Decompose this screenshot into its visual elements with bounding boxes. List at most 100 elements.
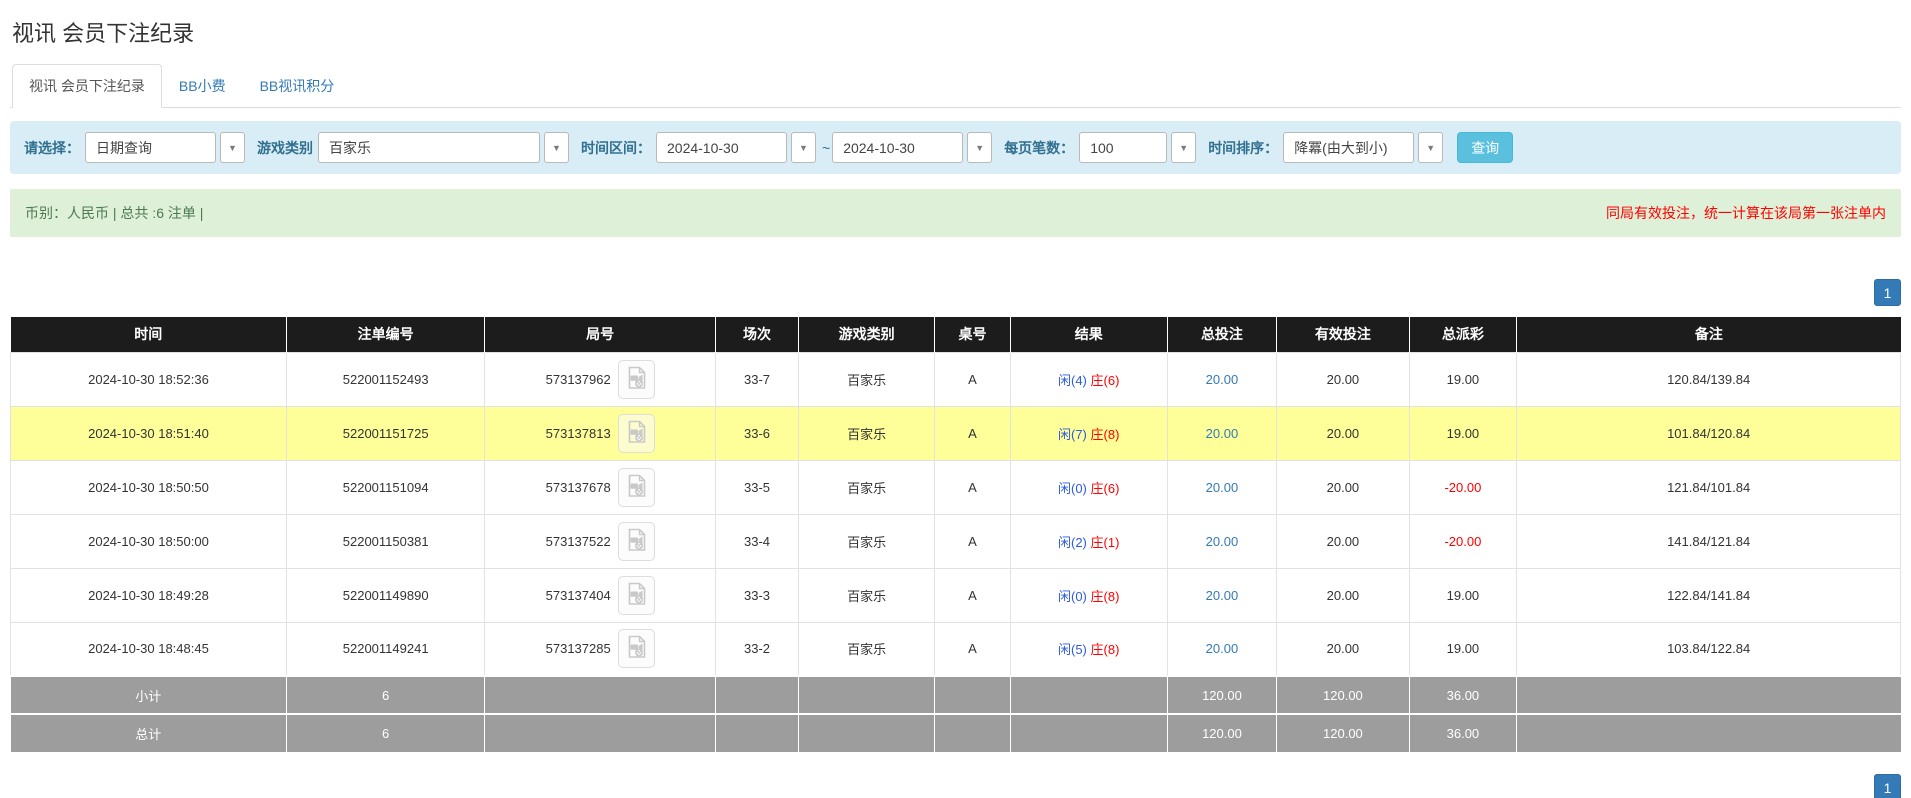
- cell-round: 573137404: [485, 568, 716, 622]
- chevron-down-icon: ▼: [228, 143, 237, 153]
- cell-remark: 141.84/121.84: [1517, 514, 1901, 568]
- date-from-dropdown-button[interactable]: ▼: [791, 132, 816, 163]
- total-bet-link[interactable]: 20.00: [1206, 426, 1239, 441]
- search-button[interactable]: 查询: [1457, 132, 1513, 163]
- per-page-dropdown-button[interactable]: ▼: [1171, 132, 1196, 163]
- col-header-time: 时间: [11, 317, 287, 352]
- summary-count: 6: [286, 676, 484, 714]
- date-from-input[interactable]: [656, 132, 787, 163]
- video-file-icon: [626, 474, 647, 501]
- date-range-tilde: ~: [822, 140, 830, 156]
- query-type-label: 请选择：: [24, 138, 80, 158]
- game-type-label: 游戏类别: [257, 138, 313, 158]
- cell-total-bet: 20.00: [1167, 622, 1277, 676]
- summary-empty: [1517, 714, 1901, 752]
- video-replay-button[interactable]: [618, 360, 655, 399]
- cell-bet-id: 522001149241: [286, 622, 484, 676]
- per-page-input[interactable]: [1079, 132, 1167, 163]
- tab-bb-tips[interactable]: BB小费: [162, 64, 243, 108]
- cell-bet-id: 522001151725: [286, 406, 484, 460]
- video-file-icon: [626, 635, 647, 662]
- col-header-total-bet: 总投注: [1167, 317, 1277, 352]
- cell-time: 2024-10-30 18:49:28: [11, 568, 287, 622]
- video-replay-button[interactable]: [618, 576, 655, 615]
- cell-bet-id: 522001151094: [286, 460, 484, 514]
- per-page-label: 每页笔数：: [1004, 138, 1074, 158]
- chevron-down-icon: ▼: [975, 143, 984, 153]
- cell-time: 2024-10-30 18:52:36: [11, 352, 287, 406]
- video-replay-button[interactable]: [618, 629, 655, 668]
- total-bet-link[interactable]: 20.00: [1206, 534, 1239, 549]
- date-to-input[interactable]: [832, 132, 963, 163]
- cell-total-bet: 20.00: [1167, 406, 1277, 460]
- time-sort-dropdown-button[interactable]: ▼: [1418, 132, 1443, 163]
- pagination-bottom: 1: [10, 774, 1901, 798]
- result-banker: 庄(6): [1091, 373, 1120, 388]
- summary-payout: 36.00: [1409, 676, 1517, 714]
- video-file-icon: [626, 528, 647, 555]
- video-replay-button[interactable]: [618, 414, 655, 453]
- same-round-notice-text: 同局有效投注，统一计算在该局第一张注单内: [1606, 203, 1886, 223]
- tab-video-bet-records[interactable]: 视讯 会员下注纪录: [12, 64, 162, 108]
- cell-valid-bet: 20.00: [1277, 460, 1409, 514]
- total-bet-link[interactable]: 20.00: [1206, 641, 1239, 656]
- cell-session: 33-5: [715, 460, 798, 514]
- game-type-input[interactable]: [318, 132, 540, 163]
- cell-remark: 121.84/101.84: [1517, 460, 1901, 514]
- date-range-label: 时间区间：: [581, 138, 651, 158]
- status-bar: 币别：人民币 | 总共 :6 注单 | 同局有效投注，统一计算在该局第一张注单内: [10, 189, 1901, 237]
- date-to-dropdown-button[interactable]: ▼: [967, 132, 992, 163]
- cell-round: 573137962: [485, 352, 716, 406]
- summary-empty: [485, 676, 716, 714]
- cell-game-type: 百家乐: [799, 406, 935, 460]
- table-row: 2024-10-30 18:49:28 522001149890 5731374…: [11, 568, 1901, 622]
- summary-empty: [1010, 676, 1167, 714]
- cell-payout: 19.00: [1409, 406, 1517, 460]
- round-number: 573137813: [546, 426, 611, 441]
- cell-remark: 101.84/120.84: [1517, 406, 1901, 460]
- table-header: 时间 注单编号 局号 场次 游戏类别 桌号 结果 总投注 有效投注 总派彩 备注: [11, 317, 1901, 352]
- page-title: 视讯 会员下注纪录: [12, 16, 1899, 48]
- result-player: 闲(0): [1058, 481, 1087, 496]
- tab-bar: 视讯 会员下注纪录 BB小费 BB视讯积分: [10, 64, 1901, 108]
- cell-table-no: A: [935, 568, 1011, 622]
- table-row: 2024-10-30 18:50:50 522001151094 5731376…: [11, 460, 1901, 514]
- cell-session: 33-7: [715, 352, 798, 406]
- bet-records-table: 时间 注单编号 局号 场次 游戏类别 桌号 结果 总投注 有效投注 总派彩 备注…: [10, 317, 1901, 752]
- result-banker: 庄(8): [1091, 642, 1120, 657]
- result-banker: 庄(8): [1091, 589, 1120, 604]
- summary-payout: 36.00: [1409, 714, 1517, 752]
- summary-total-bet: 120.00: [1167, 676, 1277, 714]
- game-type-combo: ▼: [318, 132, 569, 163]
- page-1-button[interactable]: 1: [1874, 774, 1901, 798]
- chevron-down-icon: ▼: [1426, 143, 1435, 153]
- table-row: 2024-10-30 18:51:40 522001151725 5731378…: [11, 406, 1901, 460]
- cell-table-no: A: [935, 460, 1011, 514]
- video-replay-button[interactable]: [618, 468, 655, 507]
- game-type-dropdown-button[interactable]: ▼: [544, 132, 569, 163]
- cell-session: 33-6: [715, 406, 798, 460]
- cell-table-no: A: [935, 622, 1011, 676]
- summary-empty: [799, 676, 935, 714]
- time-sort-input[interactable]: [1283, 132, 1414, 163]
- query-type-dropdown-button[interactable]: ▼: [220, 132, 245, 163]
- cell-payout: -20.00: [1409, 460, 1517, 514]
- cell-remark: 122.84/141.84: [1517, 568, 1901, 622]
- result-player: 闲(0): [1058, 589, 1087, 604]
- total-bet-link[interactable]: 20.00: [1206, 588, 1239, 603]
- summary-empty: [799, 714, 935, 752]
- table-summary: 小计 6 120.00 120.00 36.00 总计 6 120.00 120…: [11, 676, 1901, 752]
- cell-result: 闲(5) 庄(8): [1010, 622, 1167, 676]
- date-from-combo: ▼: [656, 132, 816, 163]
- page-1-button[interactable]: 1: [1874, 279, 1901, 306]
- video-replay-button[interactable]: [618, 522, 655, 561]
- table-row: 2024-10-30 18:52:36 522001152493 5731379…: [11, 352, 1901, 406]
- total-bet-link[interactable]: 20.00: [1206, 372, 1239, 387]
- total-bet-link[interactable]: 20.00: [1206, 480, 1239, 495]
- tab-bb-video-points[interactable]: BB视讯积分: [243, 64, 352, 108]
- cell-valid-bet: 20.00: [1277, 514, 1409, 568]
- query-type-input[interactable]: [85, 132, 216, 163]
- cell-valid-bet: 20.00: [1277, 622, 1409, 676]
- cell-table-no: A: [935, 514, 1011, 568]
- pagination-top: 1: [10, 279, 1901, 306]
